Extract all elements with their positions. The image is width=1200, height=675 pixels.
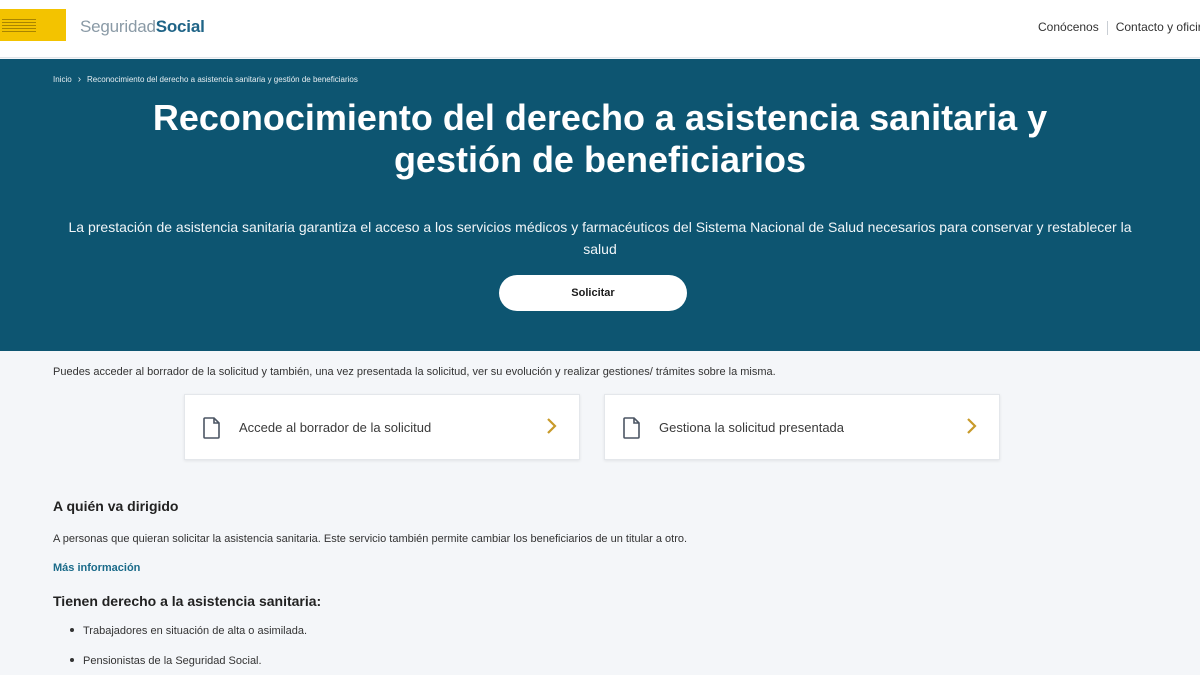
breadcrumb: Inicio › Reconocimiento del derecho a as… <box>53 73 358 85</box>
government-logo[interactable] <box>0 9 66 41</box>
top-navigation: Conócenos Contacto y oficir <box>1038 20 1200 35</box>
bullet-icon <box>70 628 74 633</box>
bullet-icon <box>70 658 74 663</box>
card-gestiona-solicitud[interactable]: Gestiona la solicitud presentada <box>604 394 1000 460</box>
list-item-text: Trabajadores en situación de alta o asim… <box>83 625 308 637</box>
card-label: Gestiona la solicitud presentada <box>659 420 845 435</box>
mas-informacion-link[interactable]: Más información <box>53 562 140 574</box>
document-icon <box>623 417 641 444</box>
nav-link-conocenos[interactable]: Conócenos <box>1038 20 1099 34</box>
solicitar-button[interactable]: Solicitar <box>499 275 687 311</box>
breadcrumb-home[interactable]: Inicio <box>53 75 72 84</box>
site-header: SeguridadSocial Conócenos Contacto y ofic… <box>0 0 1200 58</box>
section-title-derecho: Tienen derecho a la asistencia sanitaria… <box>53 593 322 609</box>
chevron-right-icon <box>545 417 557 440</box>
list-item: Pensionistas de la Seguridad Social. <box>70 655 262 667</box>
section-text-a-quien: A personas que quieran solicitar la asis… <box>53 533 688 545</box>
chevron-right-icon: › <box>77 73 82 85</box>
chevron-right-icon <box>965 417 977 440</box>
brand-bold: Social <box>155 17 205 36</box>
card-accede-borrador[interactable]: Accede al borrador de la solicitud <box>184 394 580 460</box>
document-icon <box>203 417 221 444</box>
list-item: Trabajadores en situación de alta o asim… <box>70 625 307 637</box>
page-title: Reconocimiento del derecho a asistencia … <box>152 97 1048 180</box>
breadcrumb-current: Reconocimiento del derecho a asistencia … <box>87 75 358 84</box>
nav-divider <box>1106 20 1108 35</box>
list-item-text: Pensionistas de la Seguridad Social. <box>83 655 262 667</box>
intro-text: Puedes acceder al borrador de la solicit… <box>53 366 776 378</box>
brand-light: Seguridad <box>80 17 156 36</box>
seguridad-social-logo[interactable]: SeguridadSocial <box>80 17 205 37</box>
hero-banner: Inicio › Reconocimiento del derecho a as… <box>0 59 1200 351</box>
hero-description: La prestación de asistencia sanitaria ga… <box>68 219 1132 257</box>
card-label: Accede al borrador de la solicitud <box>239 420 432 435</box>
section-title-a-quien: A quién va dirigido <box>53 498 179 514</box>
nav-link-contacto[interactable]: Contacto y oficir <box>1116 20 1200 34</box>
